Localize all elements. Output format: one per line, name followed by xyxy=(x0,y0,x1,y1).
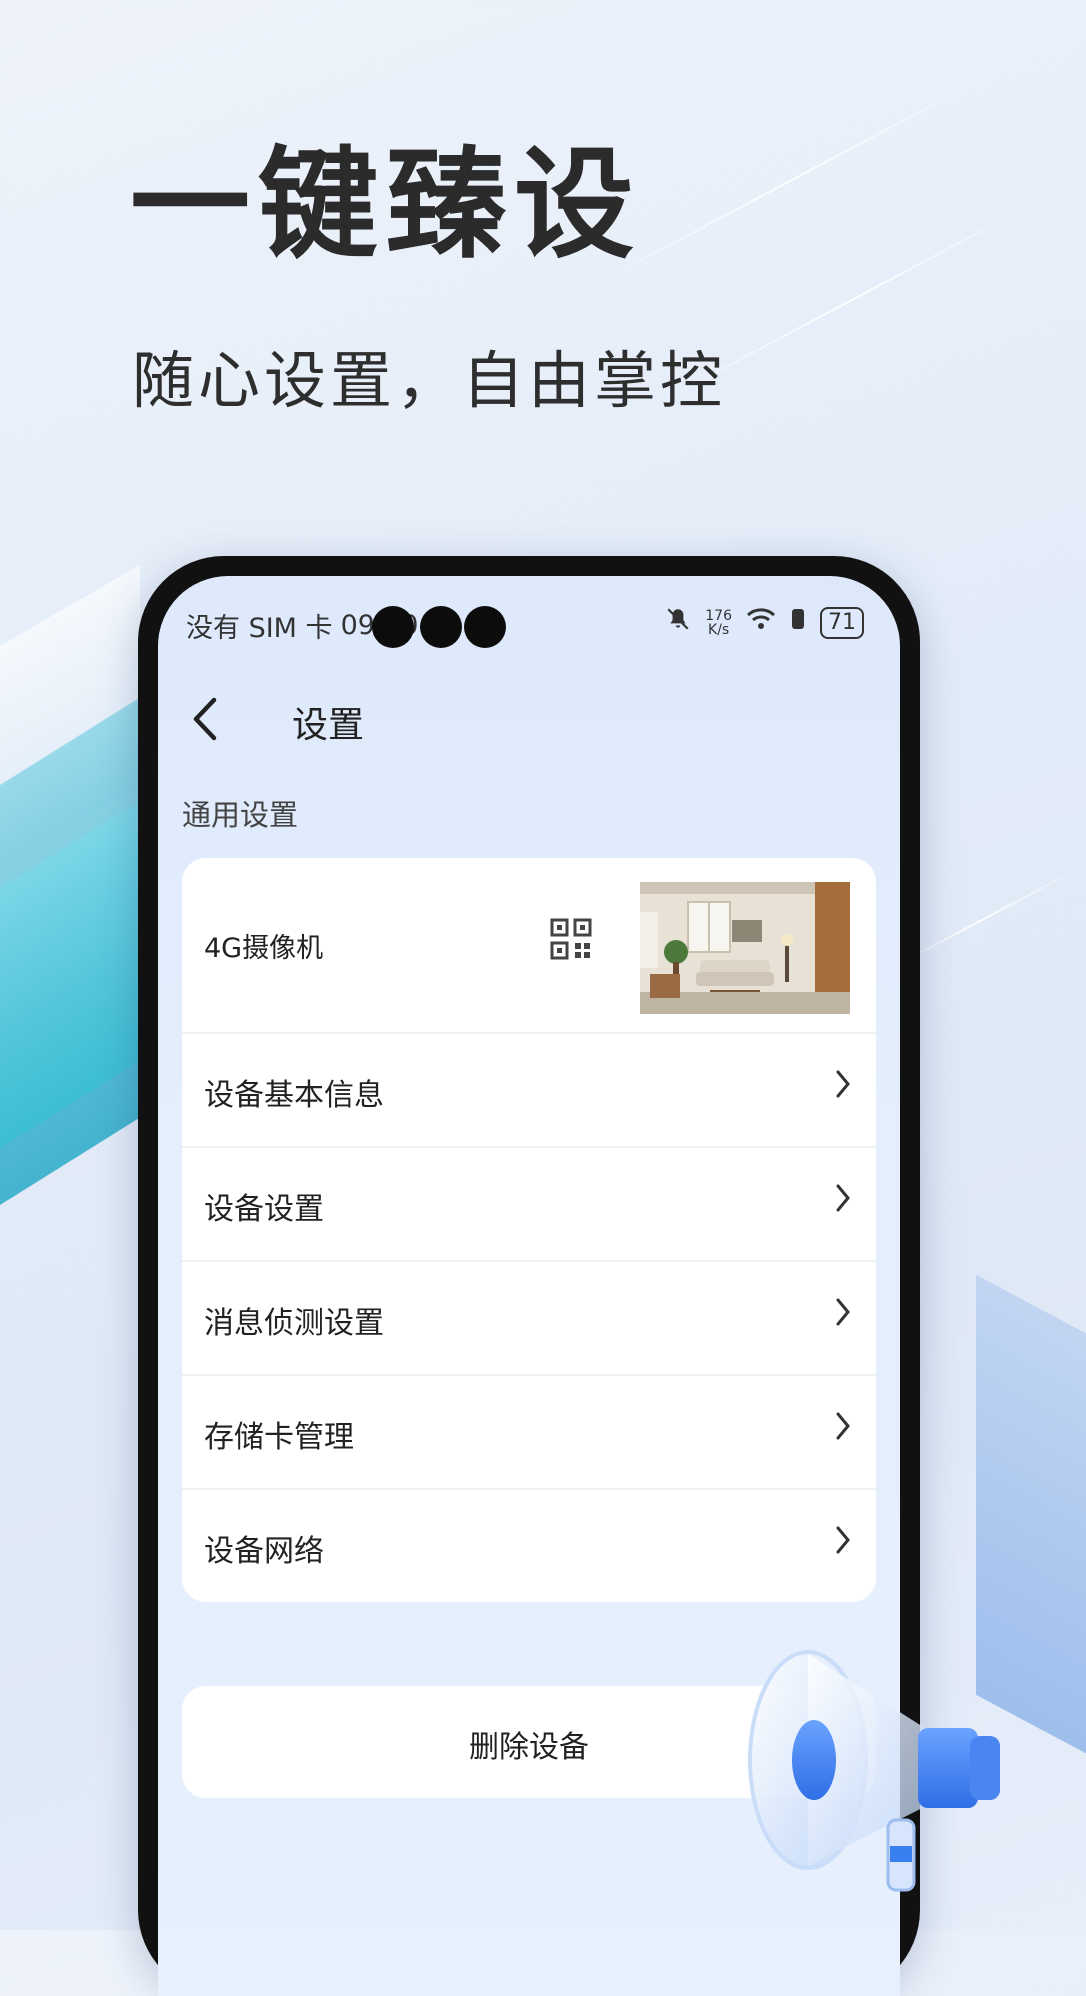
settings-item-motion-detection[interactable]: 消息侦测设置 xyxy=(182,1262,876,1376)
chevron-right-icon xyxy=(834,1524,852,1565)
hero-subtitle: 随心设置，自由掌控 xyxy=(132,344,727,417)
camera-lens-icon xyxy=(420,606,462,648)
megaphone-icon xyxy=(738,1640,1028,1910)
mute-icon xyxy=(665,606,691,639)
chevron-right-icon xyxy=(834,1296,852,1337)
device-row[interactable]: 4G摄像机 xyxy=(182,858,876,1034)
decorative-glass-panel xyxy=(0,685,160,1255)
nav-bar: 设置 xyxy=(158,686,900,756)
settings-item-device-network[interactable]: 设备网络 xyxy=(182,1490,876,1602)
settings-item-label: 设备网络 xyxy=(204,1534,324,1569)
battery-indicator: 71 xyxy=(820,606,864,639)
status-right: 176 K/s 71 xyxy=(665,606,864,639)
camera-lens-icon xyxy=(464,606,506,648)
chevron-right-icon xyxy=(834,1410,852,1451)
hero-title: 一键臻设 xyxy=(130,136,642,275)
device-name: 4G摄像机 xyxy=(204,933,324,964)
chevron-left-icon[interactable] xyxy=(188,694,222,752)
settings-item-label: 设备设置 xyxy=(204,1192,324,1227)
settings-item-storage-card[interactable]: 存储卡管理 xyxy=(182,1376,876,1490)
carrier-text: 没有 SIM 卡 xyxy=(186,613,333,644)
page-title: 设置 xyxy=(292,705,365,746)
vibrate-icon xyxy=(790,607,806,638)
settings-item-label: 设备基本信息 xyxy=(204,1078,384,1113)
qr-code-icon[interactable] xyxy=(550,918,592,960)
settings-item-device-info[interactable]: 设备基本信息 xyxy=(182,1034,876,1148)
camera-preview-thumbnail[interactable] xyxy=(640,882,850,1014)
camera-lens-icon xyxy=(372,606,414,648)
net-speed-unit: K/s xyxy=(708,621,730,638)
decorative-glass-panel xyxy=(0,794,150,1186)
wifi-icon xyxy=(746,607,776,638)
status-bar: 没有 SIM 卡 09:50 ✲ 176 K/s 71 xyxy=(158,606,900,650)
section-label-general: 通用设置 xyxy=(182,798,299,832)
network-speed: 176 K/s xyxy=(705,609,732,637)
settings-item-label: 消息侦测设置 xyxy=(204,1306,384,1341)
chevron-right-icon xyxy=(834,1068,852,1109)
chevron-right-icon xyxy=(834,1182,852,1223)
decorative-glass-panel xyxy=(0,564,140,936)
settings-item-device-settings[interactable]: 设备设置 xyxy=(182,1148,876,1262)
settings-item-label: 存储卡管理 xyxy=(204,1420,354,1455)
settings-card: 4G摄像机 设备基本信息 设备设置 消息侦测设置 存储卡管理 设备网络 xyxy=(182,858,876,1602)
